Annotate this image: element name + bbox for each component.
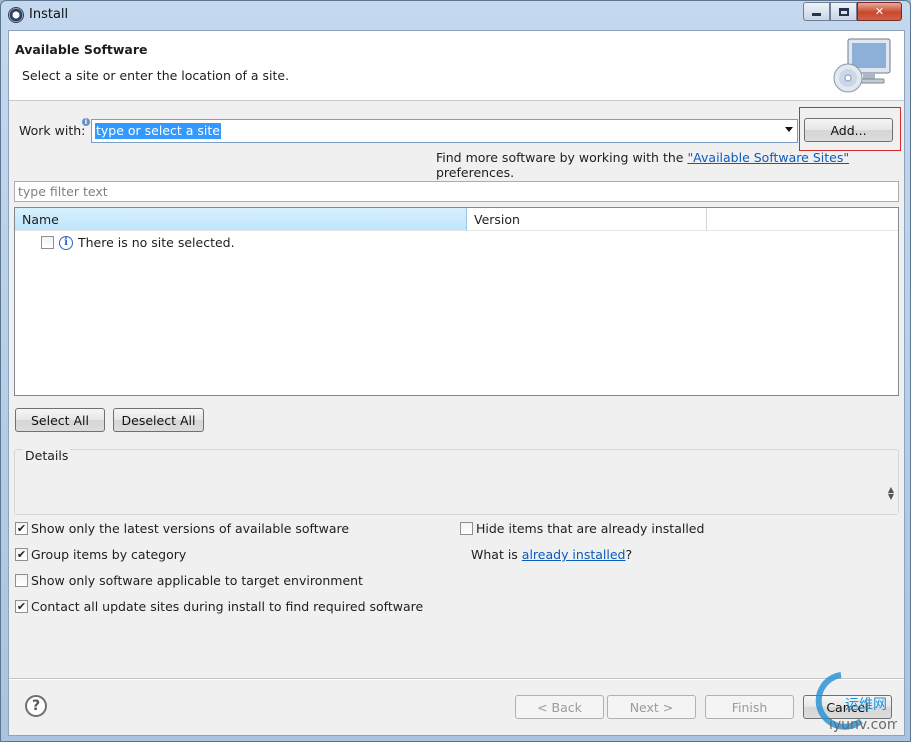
dialog-client: Available Software Select a site or ente…	[8, 30, 905, 736]
add-button[interactable]: Add...	[804, 118, 893, 142]
help-icon[interactable]: ?	[25, 695, 47, 717]
header-title: Available Software	[15, 42, 148, 57]
option-label: Contact all update sites during install …	[31, 599, 424, 614]
work-with-input[interactable]: type or select a site	[95, 123, 221, 139]
cancel-button[interactable]: Cancel	[803, 695, 892, 719]
scroll-spinner-icon[interactable]: ▲ ▼	[888, 486, 894, 501]
finish-button[interactable]: Finish	[705, 695, 794, 719]
find-more-text: Find more software by working with the "…	[436, 150, 904, 180]
what-is-prefix: What is	[471, 547, 522, 562]
option-target-environment[interactable]: Show only software applicable to target …	[15, 573, 363, 588]
monitor-cd-icon	[833, 38, 891, 93]
column-header-version[interactable]: Version	[467, 208, 707, 231]
already-installed-link[interactable]: already installed	[522, 547, 626, 562]
checkbox-latest-versions[interactable]: ✔	[15, 522, 28, 535]
deselect-all-button[interactable]: Deselect All	[113, 408, 204, 432]
details-label: Details	[23, 448, 71, 463]
info-decoration-icon: i	[82, 118, 90, 126]
install-window: Install ✕ Available Software Select a si…	[0, 0, 911, 742]
eclipse-icon	[8, 7, 24, 23]
option-label: Group items by category	[31, 547, 187, 562]
dialog-header: Available Software Select a site or ente…	[9, 31, 904, 101]
option-group-by-category[interactable]: ✔ Group items by category	[15, 547, 186, 562]
option-label: Hide items that are already installed	[476, 521, 705, 536]
checkbox-group-by-category[interactable]: ✔	[15, 548, 28, 561]
available-software-sites-link[interactable]: "Available Software Sites"	[687, 150, 849, 165]
option-label: Show only software applicable to target …	[31, 573, 363, 588]
details-group: Details ▲ ▼	[14, 448, 899, 515]
row-checkbox[interactable]	[41, 236, 54, 249]
work-with-combo[interactable]: type or select a site	[91, 119, 798, 143]
column-header-filler	[707, 208, 898, 231]
window-title: Install	[29, 7, 69, 22]
what-is-installed-text: What is already installed?	[471, 547, 632, 562]
find-more-prefix: Find more software by working with the	[436, 150, 688, 165]
checkbox-target-environment[interactable]	[15, 574, 28, 587]
work-with-label: Work with:	[19, 123, 86, 138]
chevron-down-icon[interactable]	[785, 127, 793, 132]
checkbox-contact-update-sites[interactable]: ✔	[15, 600, 28, 613]
checkbox-hide-installed[interactable]	[460, 522, 473, 535]
minimize-button[interactable]	[803, 2, 830, 21]
option-hide-installed[interactable]: Hide items that are already installed	[460, 521, 704, 536]
title-bar: Install ✕	[1, 1, 910, 29]
column-header-name[interactable]: Name	[15, 208, 467, 231]
row-label: There is no site selected.	[78, 235, 235, 250]
software-table: Name Version i There is no site selected…	[14, 207, 899, 396]
filter-input[interactable]: type filter text	[14, 181, 899, 202]
maximize-icon	[838, 7, 849, 16]
find-more-suffix: preferences.	[436, 165, 515, 180]
maximize-button[interactable]	[830, 2, 857, 21]
minimize-icon	[812, 13, 821, 16]
back-button[interactable]: < Back	[515, 695, 604, 719]
details-text-area[interactable]: ▲ ▼	[15, 474, 898, 514]
header-subtitle: Select a site or enter the location of a…	[22, 68, 290, 83]
close-icon: ✕	[874, 5, 885, 18]
close-button[interactable]: ✕	[857, 2, 902, 21]
option-label: Show only the latest versions of availab…	[31, 521, 350, 536]
footer-separator	[9, 678, 904, 680]
option-latest-versions[interactable]: ✔ Show only the latest versions of avail…	[15, 521, 349, 536]
next-button[interactable]: Next >	[607, 695, 696, 719]
table-row[interactable]: i There is no site selected.	[41, 235, 235, 250]
info-icon: i	[59, 235, 73, 250]
what-is-suffix: ?	[625, 547, 633, 562]
select-all-button[interactable]: Select All	[15, 408, 105, 432]
option-contact-update-sites[interactable]: ✔ Contact all update sites during instal…	[15, 599, 423, 614]
